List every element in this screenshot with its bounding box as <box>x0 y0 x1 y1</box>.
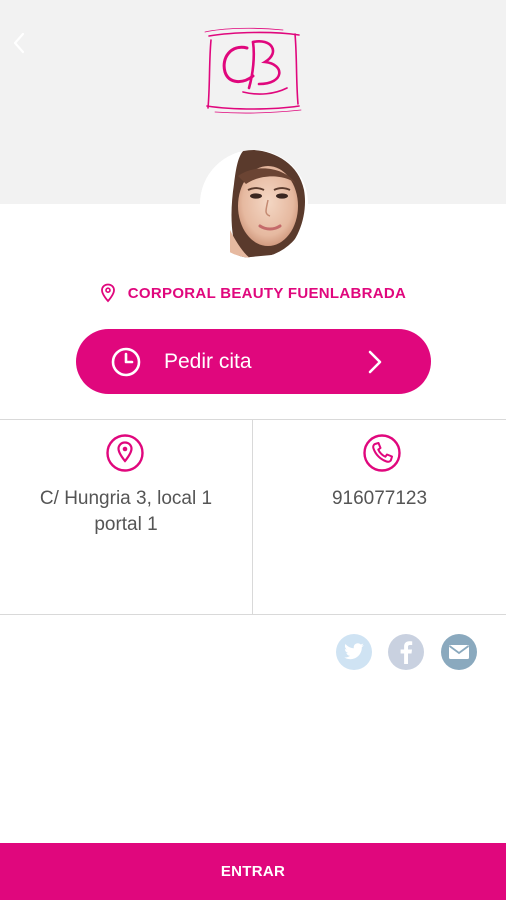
chevron-right-icon <box>368 350 382 374</box>
phone-icon <box>363 434 401 472</box>
location-name: CORPORAL BEAUTY FUENLABRADA <box>127 284 407 302</box>
address-text: C/ Hungria 3, local 1 portal 1 <box>39 488 213 535</box>
book-appointment-label: Pedir cita <box>164 350 252 373</box>
email-icon <box>448 645 470 659</box>
avatar <box>200 150 308 258</box>
brand-logo <box>204 27 302 114</box>
twitter-button[interactable] <box>336 634 372 670</box>
back-button[interactable] <box>6 28 32 58</box>
phone-text: 916077123 <box>331 488 428 509</box>
map-pin-icon <box>100 283 115 303</box>
facebook-button[interactable] <box>388 634 424 670</box>
location-row: CORPORAL BEAUTY FUENLABRADA <box>0 282 506 304</box>
address-cell[interactable]: C/ Hungria 3, local 1 portal 1 <box>0 420 252 614</box>
enter-button[interactable]: ENTRAR <box>0 843 506 900</box>
phone-cell[interactable]: 916077123 <box>253 420 506 614</box>
facebook-icon <box>400 641 413 664</box>
clock-icon <box>111 347 141 377</box>
location-pin-icon <box>106 434 144 472</box>
twitter-icon <box>344 643 364 660</box>
divider-bottom <box>0 614 506 615</box>
chevron-left-icon <box>13 32 25 54</box>
book-appointment-button[interactable]: Pedir cita <box>76 329 431 394</box>
email-button[interactable] <box>441 634 477 670</box>
avatar-image <box>200 150 308 258</box>
